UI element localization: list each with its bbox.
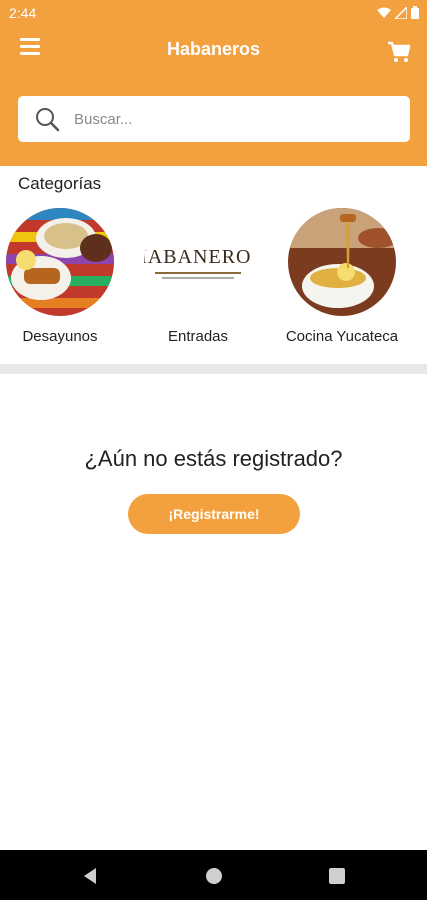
search-input[interactable]: [74, 110, 374, 128]
habaneros-logo: HABANEROS: [144, 246, 252, 279]
register-button[interactable]: ¡Registrarme!: [128, 494, 300, 534]
header: 2:44 Habaneros: [0, 0, 427, 166]
signal-icon: [395, 6, 407, 19]
search-bar[interactable]: [18, 96, 410, 142]
cart-icon: [388, 41, 411, 62]
search-icon: [36, 108, 60, 132]
category-cocina-yucateca[interactable]: Cocina Yucateca: [272, 208, 412, 345]
categories-title: Categorías: [18, 174, 102, 193]
app-screen: 2:44 Habaneros Buscar... Categorías Desa…: [0, 0, 427, 900]
home-icon[interactable]: [202, 864, 226, 888]
category-image-desayunos: [6, 208, 114, 316]
category-entradas[interactable]: HABANEROS Entradas: [128, 208, 268, 346]
category-desayunos[interactable]: Desayunos: [0, 208, 130, 345]
category-label: Desayunos: [22, 328, 98, 345]
categories-carousel: Desayunos HABANEROS Entradas: [0, 208, 427, 358]
recents-icon[interactable]: [325, 864, 349, 888]
cart-button[interactable]: [387, 40, 411, 64]
status-bar: 2:44: [0, 0, 427, 26]
category-label: Cocina Yucateca: [285, 328, 399, 345]
back-icon[interactable]: [78, 864, 102, 888]
section-divider: [0, 364, 427, 374]
category-image-cocina-yucateca: [288, 208, 396, 316]
app-bar: Habaneros: [0, 26, 427, 76]
wifi-icon: [377, 7, 391, 18]
status-time: 2:44: [9, 5, 37, 21]
category-label: Entradas: [167, 328, 229, 345]
register-prompt: ¿Aún no estás registrado?: [84, 446, 343, 471]
app-title: Habaneros: [166, 39, 261, 59]
category-image-entradas: HABANEROS: [144, 208, 252, 316]
status-icons: [377, 6, 419, 19]
battery-icon: [411, 6, 419, 19]
system-nav-bar: [0, 850, 427, 900]
